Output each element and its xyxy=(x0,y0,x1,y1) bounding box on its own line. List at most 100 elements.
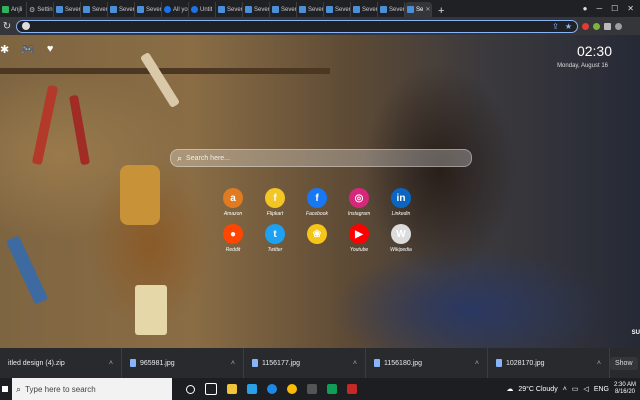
maximize-icon[interactable]: ☐ xyxy=(611,4,618,13)
weather-text[interactable]: 29°C Cloudy xyxy=(518,386,557,393)
download-menu-icon[interactable]: ˄ xyxy=(475,360,479,367)
download-list: itled design (4).zip ˄ 965981.jpg ˄ 1156177.… xyxy=(0,348,610,378)
shortcut-icon: f xyxy=(265,188,285,208)
search-placeholder[interactable]: Search here... xyxy=(186,155,230,162)
tray-date: 8/16/20 xyxy=(614,389,635,395)
download-item[interactable]: 1028170.jpg ˄ xyxy=(488,348,610,378)
tab-label: Se xyxy=(416,6,424,13)
browser-tab[interactable]: ⚙ Settin xyxy=(27,2,54,17)
cortana-icon[interactable] xyxy=(186,384,195,394)
extension-red-icon[interactable] xyxy=(582,22,589,30)
store-icon[interactable] xyxy=(247,384,257,394)
app-icon[interactable] xyxy=(327,384,337,394)
browser-tab[interactable]: Sever xyxy=(135,2,162,17)
taskbar-search-placeholder[interactable]: Type here to search xyxy=(25,385,96,394)
browser-tab[interactable]: All yo xyxy=(162,2,189,17)
tray-clock[interactable]: 2:30 AM 8/16/20 xyxy=(614,382,636,396)
page-icon xyxy=(56,6,63,13)
edge-icon[interactable] xyxy=(267,384,277,394)
settings-icon[interactable]: ✱ xyxy=(0,43,9,56)
shortcut-tile[interactable]: W Wikipedia xyxy=(380,224,422,253)
browser-tab[interactable]: Sever xyxy=(108,2,135,17)
close-tab-icon[interactable]: ✕ xyxy=(425,6,430,13)
page-icon xyxy=(83,6,90,13)
browser-tab[interactable]: Anjli xyxy=(0,2,27,17)
tab-label: Settin xyxy=(37,6,53,13)
reload-icon[interactable]: ↻ xyxy=(0,21,14,32)
close-window-icon[interactable]: ✕ xyxy=(627,4,634,13)
page-icon xyxy=(137,6,144,13)
download-item[interactable]: 1156177.jpg ˄ xyxy=(244,348,366,378)
shortcut-tile[interactable]: a Amazon xyxy=(212,188,254,217)
windows-start-icon[interactable] xyxy=(2,386,8,392)
file-explorer-icon[interactable] xyxy=(227,384,237,394)
heart-icon[interactable]: ♥ xyxy=(47,43,54,56)
shortcut-tile[interactable]: f Facebook xyxy=(296,188,338,217)
network-icon[interactable]: ▭ xyxy=(572,385,579,393)
show-all-button[interactable]: Show xyxy=(610,356,638,370)
page-icon xyxy=(326,6,333,13)
shortcut-tile[interactable]: in Linkedin xyxy=(380,188,422,217)
search-box[interactable]: ⌕ Search here... xyxy=(170,149,472,167)
language-indicator[interactable]: ENG xyxy=(594,386,609,393)
browser-tab[interactable]: Untit xyxy=(189,2,216,17)
bookmark-star-icon[interactable]: ★ xyxy=(565,22,572,31)
download-menu-icon[interactable]: ˄ xyxy=(597,360,601,367)
shortcut-icon: f xyxy=(307,188,327,208)
shortcut-icon: a xyxy=(223,188,243,208)
shortcut-tile[interactable]: f Flipkart xyxy=(254,188,296,217)
tray-overflow-icon[interactable]: ˄ xyxy=(563,386,567,393)
shortcut-grid: a Amazon f Flipkart f Facebook ◎ Instagram in Lin… xyxy=(212,188,422,253)
tab-label: Sever xyxy=(281,6,297,13)
page-icon xyxy=(407,6,414,13)
minimize-icon[interactable]: ─ xyxy=(596,4,602,13)
shortcut-tile[interactable]: t Twitter xyxy=(254,224,296,253)
download-item[interactable]: itled design (4).zip ˄ xyxy=(0,348,122,378)
download-item[interactable]: 1156180.jpg ˄ xyxy=(366,348,488,378)
task-view-icon[interactable] xyxy=(205,383,217,395)
tab-label: Sever xyxy=(362,6,378,13)
gamepad-icon[interactable]: 🎮 xyxy=(21,43,35,56)
browser-tab[interactable]: Sever xyxy=(297,2,324,17)
shortcut-label: Reddit xyxy=(225,247,241,253)
download-bar: itled design (4).zip ˄ 965981.jpg ˄ 1156177.… xyxy=(0,348,640,378)
tab-label: Sever xyxy=(146,6,162,13)
browser-tab[interactable]: Sever xyxy=(243,2,270,17)
browser-tab[interactable]: Sever xyxy=(270,2,297,17)
profile-avatar[interactable] xyxy=(615,22,622,30)
shortcut-tile[interactable]: ● Reddit xyxy=(212,224,254,253)
browser-tab[interactable]: Sever xyxy=(81,2,108,17)
profile-icon[interactable]: ● xyxy=(583,4,588,13)
app-icon[interactable] xyxy=(307,384,317,394)
shortcut-label: Linkedin xyxy=(391,211,411,217)
download-menu-icon[interactable]: ˄ xyxy=(353,360,357,367)
quick-icons: ✱ 🎮 ♥ xyxy=(0,43,53,56)
browser-tab[interactable]: Sever xyxy=(216,2,243,17)
browser-tab[interactable]: Sever xyxy=(351,2,378,17)
file-icon xyxy=(130,359,136,367)
shortcut-tile[interactable]: ▶ Youtube xyxy=(338,224,380,253)
shortcut-tile[interactable]: ◎ Instagram xyxy=(338,188,380,217)
clock: 02:30 xyxy=(576,43,612,59)
browser-tab[interactable]: Sever xyxy=(378,2,405,17)
chrome-taskbar-icon[interactable] xyxy=(287,384,297,394)
download-item[interactable]: 965981.jpg ˄ xyxy=(122,348,244,378)
download-menu-icon[interactable]: ˄ xyxy=(109,360,113,367)
volume-icon[interactable]: ◁ xyxy=(583,385,588,393)
shortcut-label: Flipkart xyxy=(266,211,284,217)
shortcut-tile[interactable]: ❀ xyxy=(296,224,338,253)
extension-green-icon[interactable] xyxy=(593,22,600,30)
download-menu-icon[interactable]: ˄ xyxy=(231,360,235,367)
app-icon[interactable] xyxy=(347,384,357,394)
browser-tab[interactable]: Se ✕ xyxy=(405,2,432,17)
search-icon: ⌕ xyxy=(16,383,22,394)
shortcut-icon: ● xyxy=(223,224,243,244)
address-bar[interactable]: ⇪ ★ xyxy=(16,19,578,33)
browser-tab[interactable]: Sever xyxy=(324,2,351,17)
browser-tab[interactable]: Sever xyxy=(54,2,81,17)
taskbar-search[interactable]: ⌕ Type here to search xyxy=(12,378,172,400)
tab-label: Sever xyxy=(119,6,135,13)
extensions-puzzle-icon[interactable] xyxy=(604,22,611,30)
share-icon[interactable]: ⇪ xyxy=(552,22,559,31)
new-tab-button[interactable]: + xyxy=(432,5,450,17)
